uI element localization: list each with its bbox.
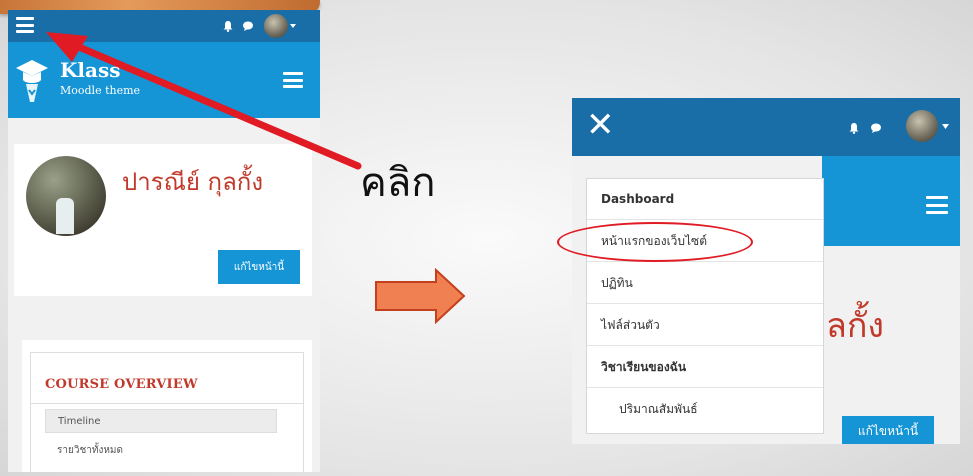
avatar[interactable] — [906, 110, 938, 142]
click-label: คลิก — [360, 160, 436, 206]
course-overview-card: COURSE OVERVIEW Timeline รายวิชาทั้งหมด — [22, 340, 312, 472]
drawer-item[interactable]: Dashboard — [587, 179, 823, 220]
site-header: Klass Moodle theme — [8, 42, 320, 118]
profile-card: ปารณีย์ กุลกั้ง แก้ไขหน้านี้ — [14, 144, 312, 296]
drawer-item[interactable]: ปฏิทิน — [587, 263, 823, 304]
profile-name-fragment: ุลกั้ง — [826, 306, 885, 346]
profile-name: ปารณีย์ กุลกั้ง — [122, 168, 264, 196]
nav-drawer: Dashboard หน้าแรกของเว็บไซต์ ปฏิทิน ไฟล์ส่ว… — [586, 178, 824, 434]
course-overview-panel: COURSE OVERVIEW Timeline รายวิชาทั้งหมด — [30, 352, 304, 472]
site-header — [822, 156, 960, 246]
hamburger-icon[interactable] — [926, 196, 948, 214]
chat-icon[interactable] — [870, 122, 882, 134]
profile-avatar — [26, 156, 106, 236]
menu-icon[interactable] — [16, 17, 34, 33]
left-screenshot: Klass Moodle theme ปารณีย์ กุลกั้ง แก้ไข… — [8, 10, 320, 472]
bell-icon[interactable] — [222, 20, 234, 32]
drawer-item[interactable]: ไฟล์ส่วนตัว — [587, 305, 823, 346]
chevron-down-icon[interactable] — [942, 124, 949, 129]
highlight-ellipse — [557, 222, 753, 262]
hamburger-icon[interactable] — [283, 72, 303, 88]
drawer-item[interactable]: ปริมาณสัมพันธ์ — [587, 389, 823, 430]
edit-page-button[interactable]: แก้ไขหน้านี้ — [842, 416, 934, 444]
avatar[interactable] — [264, 14, 288, 38]
top-navbar — [8, 10, 320, 42]
right-screenshot: ✕ ุลกั้ง แก้ไขหน้านี้ Dashboard หน้าแรกขอ… — [572, 98, 960, 444]
chevron-down-icon[interactable] — [290, 24, 296, 28]
edit-page-button[interactable]: แก้ไขหน้านี้ — [218, 250, 300, 284]
drawer-item[interactable]: วิชาเรียนของฉัน — [587, 347, 823, 388]
logo-title: Klass — [60, 58, 121, 82]
logo-subtitle: Moodle theme — [60, 84, 141, 97]
tab-timeline[interactable]: Timeline — [45, 409, 277, 433]
right-arrow — [375, 267, 466, 325]
chat-icon[interactable] — [242, 20, 254, 32]
divider — [31, 403, 303, 404]
graduation-cap-icon — [16, 60, 48, 102]
close-icon[interactable]: ✕ — [586, 108, 615, 142]
bell-icon[interactable] — [848, 122, 860, 134]
course-overview-title: COURSE OVERVIEW — [45, 377, 198, 392]
all-courses-filter[interactable]: รายวิชาทั้งหมด — [57, 443, 123, 458]
top-navbar: ✕ — [572, 98, 960, 156]
